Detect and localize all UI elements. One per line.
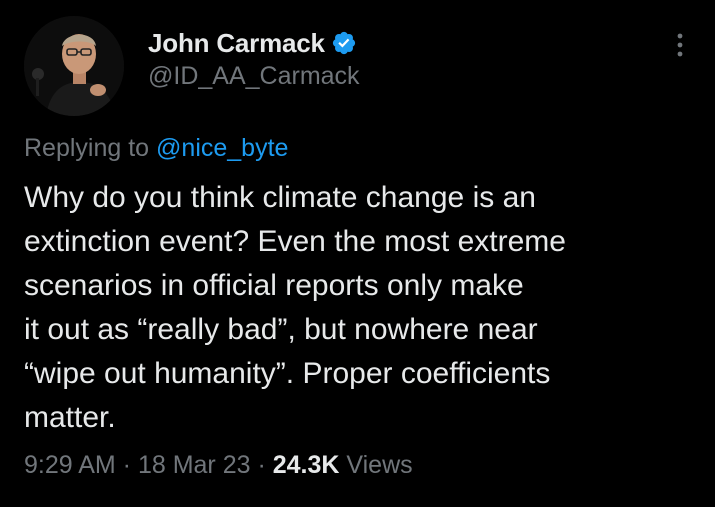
reply-mention-link[interactable]: @nice_byte <box>156 134 288 162</box>
name-row: John Carmack <box>148 26 360 60</box>
tweet-text-line: it out as “really bad”, but nowhere near <box>24 313 538 346</box>
tweet-text-line: Why do you think climate change is an <box>24 181 536 214</box>
tweet-text-line: extinction event? Even the most extreme <box>24 225 566 258</box>
more-vertical-icon[interactable] <box>666 28 694 62</box>
display-name[interactable]: John Carmack <box>148 28 325 59</box>
tweet: John Carmack @ID_AA_Carmack Replying to … <box>0 0 715 507</box>
tweet-meta: 9:29 AM · 18 Mar 23 · 24.3K Views <box>24 451 413 480</box>
meta-separator: · <box>250 451 273 479</box>
replying-prefix: Replying to <box>24 134 157 162</box>
verified-badge-icon[interactable] <box>331 30 357 56</box>
replying-to: Replying to @nice_byte <box>24 134 288 163</box>
tweet-text-line: scenarios in official reports only make <box>24 269 524 302</box>
author-info: John Carmack @ID_AA_Carmack <box>148 26 360 91</box>
avatar[interactable] <box>24 16 124 116</box>
tweet-text: Why do you think climate change is an ex… <box>24 176 684 440</box>
views-label: Views <box>346 451 413 479</box>
tweet-text-line: “wipe out humanity”. Proper coefficients <box>24 357 551 390</box>
views-count: 24.3K <box>272 451 340 479</box>
tweet-date[interactable]: 18 Mar 23 <box>138 451 251 479</box>
meta-separator: · <box>115 451 138 479</box>
tweet-text-line: matter. <box>24 401 116 434</box>
user-handle[interactable]: @ID_AA_Carmack <box>148 62 360 91</box>
tweet-time[interactable]: 9:29 AM <box>24 451 116 479</box>
tweet-header: John Carmack @ID_AA_Carmack <box>24 16 694 116</box>
